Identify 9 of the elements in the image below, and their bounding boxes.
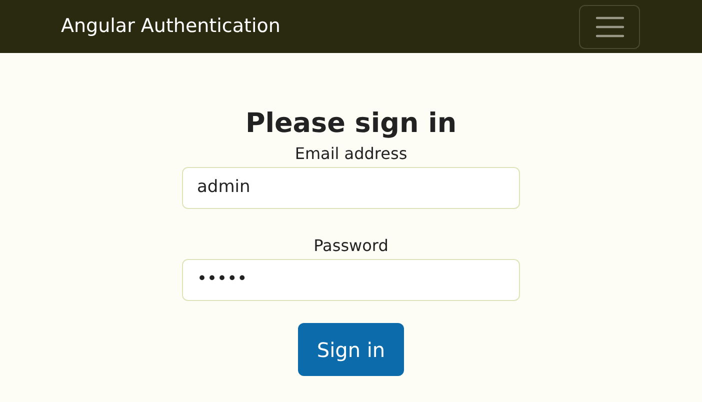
- input-field[interactable]: admin: [182, 167, 520, 209]
- form-heading: Please sign in: [245, 107, 457, 141]
- menu-icon: [596, 16, 624, 38]
- menu-button[interactable]: [579, 4, 640, 48]
- navbar-brand[interactable]: Angular Authentication: [61, 12, 280, 41]
- sign-in-button[interactable]: Sign in: [298, 323, 404, 376]
- field-label: Password: [314, 235, 388, 257]
- input-field[interactable]: •••••: [182, 259, 520, 301]
- field-label: Email address: [294, 143, 408, 165]
